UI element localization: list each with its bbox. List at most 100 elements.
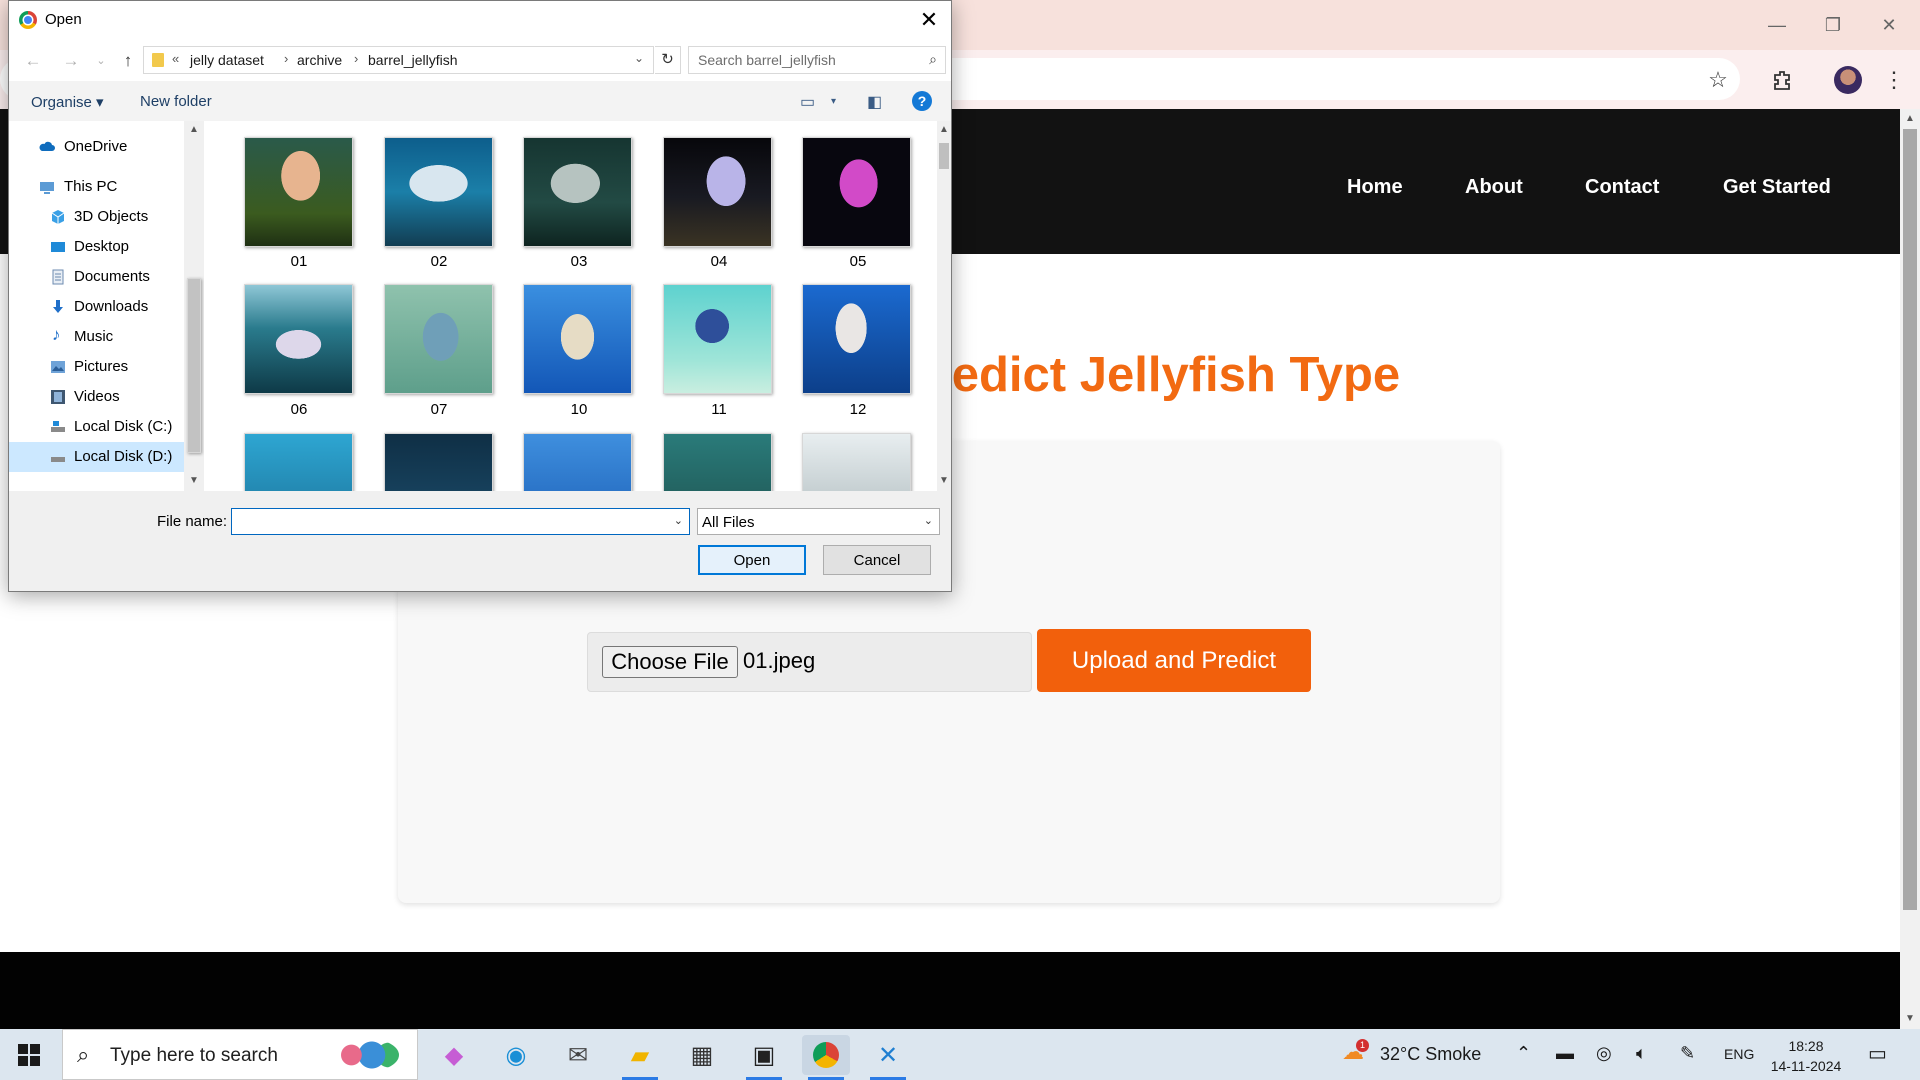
- image-thumbnail[interactable]: [384, 433, 493, 491]
- taskbar-search-input[interactable]: ⌕ Type here to search: [62, 1029, 418, 1080]
- search-input[interactable]: Search barrel_jellyfish ⌕: [688, 46, 946, 74]
- scroll-up-icon[interactable]: ▲: [1900, 109, 1920, 129]
- breadcrumb-barrel-jellyfish[interactable]: barrel_jellyfish: [368, 52, 457, 68]
- terminal-icon[interactable]: ▣: [740, 1035, 788, 1080]
- file-input[interactable]: Choose File 01.jpeg: [587, 632, 1032, 692]
- edge-browser-icon[interactable]: ◉: [492, 1035, 540, 1075]
- file-explorer-icon[interactable]: ▰: [616, 1035, 664, 1080]
- file-scroll-thumb[interactable]: [939, 143, 949, 169]
- browser-menu-icon[interactable]: ⋮: [1878, 64, 1910, 96]
- nav-item-downloads[interactable]: Downloads: [9, 292, 184, 322]
- nav-home-link[interactable]: Home: [1347, 176, 1403, 199]
- organise-button[interactable]: Organise ▾: [31, 93, 104, 111]
- nav-item-onedrive[interactable]: OneDrive: [9, 132, 184, 162]
- dialog-close-button[interactable]: ✕: [915, 7, 943, 33]
- nav-item-documents[interactable]: Documents: [9, 262, 184, 292]
- image-thumbnail[interactable]: [244, 284, 353, 394]
- preview-pane-icon[interactable]: ◧: [867, 92, 882, 112]
- vscode-icon[interactable]: ✕: [864, 1035, 912, 1080]
- profile-avatar[interactable]: [1834, 66, 1862, 94]
- network-globe-icon[interactable]: ◎: [1596, 1043, 1612, 1064]
- image-thumbnail[interactable]: [802, 137, 911, 247]
- upload-predict-button[interactable]: Upload and Predict: [1037, 629, 1311, 692]
- open-button[interactable]: Open: [698, 545, 806, 575]
- image-thumbnail[interactable]: [663, 284, 772, 394]
- cancel-button[interactable]: Cancel: [823, 545, 931, 575]
- nav-item-pictures[interactable]: Pictures: [9, 352, 184, 382]
- file-name-label[interactable]: 11: [649, 401, 789, 418]
- close-window-button[interactable]: ✕: [1874, 12, 1904, 38]
- file-name-label[interactable]: 10: [509, 401, 649, 418]
- image-thumbnail[interactable]: [663, 137, 772, 247]
- change-view-icon[interactable]: ▭: [800, 92, 815, 112]
- search-highlight-icon[interactable]: [331, 1038, 399, 1072]
- image-thumbnail[interactable]: [244, 137, 353, 247]
- nav-pane-scrollbar[interactable]: ▲ ▼: [184, 121, 204, 491]
- chrome-taskbar-icon[interactable]: [802, 1035, 850, 1080]
- file-name-label[interactable]: 07: [369, 401, 509, 418]
- breadcrumb-jelly-dataset[interactable]: jelly dataset: [190, 52, 264, 68]
- battery-icon[interactable]: ▬: [1556, 1043, 1574, 1064]
- breadcrumb-archive[interactable]: archive: [297, 52, 342, 68]
- nav-get-started-link[interactable]: Get Started: [1723, 176, 1831, 199]
- chevron-up-icon[interactable]: ⌃: [1516, 1043, 1531, 1064]
- forward-arrow-icon[interactable]: →: [59, 49, 83, 73]
- overflow-chevron-icon[interactable]: «: [172, 51, 179, 66]
- image-thumbnail[interactable]: [523, 433, 632, 491]
- file-grid-scrollbar[interactable]: ▲ ▼: [937, 121, 951, 491]
- taskbar-clock[interactable]: 18:28 14-11-2024: [1766, 1036, 1846, 1076]
- page-scrollbar[interactable]: ▲ ▼: [1900, 109, 1920, 1029]
- up-arrow-icon[interactable]: ↑: [116, 49, 140, 73]
- pen-icon[interactable]: ✎: [1680, 1043, 1695, 1064]
- file-name-label[interactable]: 03: [509, 253, 649, 270]
- mail-icon[interactable]: ✉: [554, 1035, 602, 1075]
- extensions-icon[interactable]: [1766, 64, 1798, 96]
- breadcrumb-separator-icon[interactable]: ›: [354, 51, 358, 66]
- scroll-down-icon[interactable]: ▼: [1900, 1009, 1920, 1029]
- notification-icon[interactable]: ▭: [1868, 1041, 1887, 1066]
- nav-item-local-disk-c[interactable]: Local Disk (C:): [9, 412, 184, 442]
- refresh-icon[interactable]: ↻: [655, 46, 681, 74]
- nav-item-music[interactable]: ♪ Music: [9, 322, 184, 352]
- file-name-label[interactable]: 02: [369, 253, 509, 270]
- image-thumbnail[interactable]: [802, 433, 911, 491]
- file-name-label[interactable]: 12: [788, 401, 928, 418]
- breadcrumb-separator-icon[interactable]: ›: [284, 51, 288, 66]
- choose-file-button[interactable]: Choose File: [602, 646, 738, 678]
- file-name-label[interactable]: 06: [229, 401, 369, 418]
- copilot-icon[interactable]: ◆: [430, 1035, 478, 1075]
- file-name-label[interactable]: 05: [788, 253, 928, 270]
- back-arrow-icon[interactable]: ←: [21, 49, 45, 73]
- scroll-down-icon[interactable]: ▼: [939, 475, 949, 486]
- image-thumbnail[interactable]: [523, 137, 632, 247]
- image-thumbnail[interactable]: [384, 137, 493, 247]
- chevron-down-icon[interactable]: ⌄: [634, 51, 644, 65]
- image-thumbnail[interactable]: [244, 433, 353, 491]
- help-icon[interactable]: ?: [912, 91, 932, 111]
- scroll-down-icon[interactable]: ▼: [189, 475, 199, 486]
- breadcrumb[interactable]: « jelly dataset › archive › barrel_jelly…: [143, 46, 654, 74]
- nav-about-link[interactable]: About: [1465, 176, 1523, 199]
- image-thumbnail[interactable]: [384, 284, 493, 394]
- language-indicator[interactable]: ENG: [1724, 1046, 1754, 1062]
- nav-item-this-pc[interactable]: This PC: [9, 172, 184, 202]
- page-scroll-thumb[interactable]: [1903, 129, 1917, 910]
- chevron-down-icon[interactable]: ⌄: [674, 514, 683, 527]
- file-name-label[interactable]: 01: [229, 253, 369, 270]
- minimize-button[interactable]: —: [1762, 12, 1792, 38]
- calculator-icon[interactable]: ▦: [678, 1035, 726, 1075]
- file-name-label[interactable]: 04: [649, 253, 789, 270]
- nav-scroll-thumb[interactable]: [187, 278, 201, 453]
- scroll-up-icon[interactable]: ▲: [189, 124, 199, 135]
- view-dropdown-icon[interactable]: ▾: [831, 96, 836, 107]
- weather-text[interactable]: 32°C Smoke: [1380, 1044, 1481, 1065]
- image-thumbnail[interactable]: [802, 284, 911, 394]
- nav-item-local-disk-d[interactable]: Local Disk (D:): [9, 442, 184, 472]
- file-name-input[interactable]: ⌄: [231, 508, 690, 535]
- nav-contact-link[interactable]: Contact: [1585, 176, 1659, 199]
- volume-icon[interactable]: 🔈︎: [1636, 1043, 1647, 1064]
- new-folder-button[interactable]: New folder: [140, 93, 212, 110]
- nav-item-3d-objects[interactable]: 3D Objects: [9, 202, 184, 232]
- bookmark-star-icon[interactable]: ☆: [1702, 64, 1734, 96]
- windows-start-icon[interactable]: [18, 1044, 40, 1066]
